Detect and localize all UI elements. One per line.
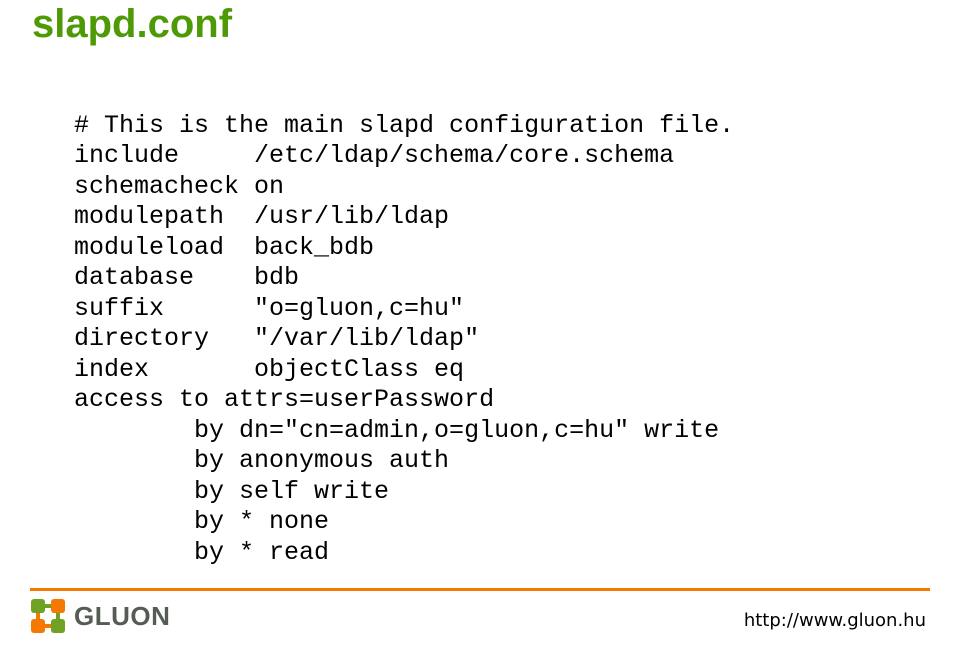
logo-text: GLUON — [74, 601, 170, 632]
code-line: database bdb — [74, 263, 299, 292]
footer: GLUON http://www.gluon.hu — [0, 588, 960, 646]
footer-rule — [30, 588, 930, 591]
logo: GLUON — [30, 598, 170, 634]
code-line: modulepath /usr/lib/ldap — [74, 202, 449, 231]
code-line: schemacheck on — [74, 172, 284, 201]
code-line: by self write — [74, 477, 389, 506]
footer-url: http://www.gluon.hu — [744, 610, 926, 631]
logo-mark-icon — [30, 598, 66, 634]
code-line: by * read — [74, 538, 329, 567]
code-line: access to attrs=userPassword — [74, 385, 494, 414]
code-line: index objectClass eq — [74, 355, 464, 384]
code-line: directory "/var/lib/ldap" — [74, 324, 479, 353]
code-line: # This is the main slapd configuration f… — [74, 111, 734, 140]
code-line: include /etc/ldap/schema/core.schema — [74, 141, 674, 170]
slide: slapd.conf # This is the main slapd conf… — [0, 0, 960, 646]
code-line: suffix "o=gluon,c=hu" — [74, 294, 464, 323]
page-title: slapd.conf — [32, 2, 232, 47]
config-code-block: # This is the main slapd configuration f… — [74, 80, 734, 568]
code-line: by dn="cn=admin,o=gluon,c=hu" write — [74, 416, 719, 445]
code-line: moduleload back_bdb — [74, 233, 374, 262]
code-line: by * none — [74, 507, 329, 536]
code-line: by anonymous auth — [74, 446, 449, 475]
